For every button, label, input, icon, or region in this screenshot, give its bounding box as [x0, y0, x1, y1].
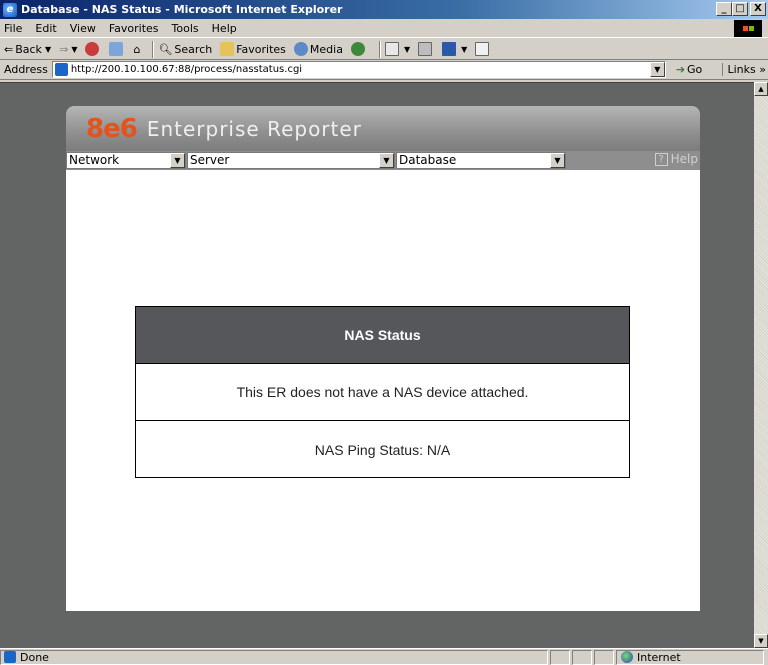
toolbar: ⇐ Back ▼ ⇒ ▼ ⌂ 🔍︎ Search Favorites Media…	[0, 39, 768, 60]
internet-globe-icon	[621, 651, 633, 663]
nas-status-heading: NAS Status	[136, 307, 629, 364]
edit-word-button[interactable]: ▼	[442, 42, 467, 56]
help-label: Help	[670, 152, 698, 166]
forward-button[interactable]: ⇒ ▼	[59, 43, 77, 56]
refresh-icon	[109, 42, 124, 56]
status-bar: Done Internet	[0, 648, 768, 665]
links-label: Links	[727, 63, 756, 76]
chevron-down-icon: ▼	[550, 153, 565, 168]
history-button[interactable]	[350, 42, 367, 56]
database-select-value: Database	[399, 153, 457, 167]
status-text: Done	[20, 650, 49, 664]
favorites-label: Favorites	[236, 42, 286, 56]
stop-icon	[85, 42, 100, 56]
brand-logo: 8e6	[86, 113, 138, 144]
scroll-down-button[interactable]: ▼	[754, 634, 768, 648]
server-select[interactable]: Server ▼	[187, 152, 395, 169]
mail-icon	[384, 42, 399, 56]
window-title: Database - NAS Status - Microsoft Intern…	[21, 3, 343, 16]
favorites-icon	[220, 42, 235, 56]
search-label: Search	[174, 42, 213, 56]
home-icon: ⌂	[133, 42, 141, 56]
print-icon	[418, 42, 433, 56]
go-button[interactable]: ➔ Go	[676, 63, 702, 76]
stop-button[interactable]	[85, 42, 101, 56]
refresh-button[interactable]	[109, 42, 125, 56]
chevron-down-icon: ▼	[71, 44, 78, 54]
zone-label: Internet	[637, 650, 681, 664]
links-button[interactable]: Links »	[721, 63, 766, 76]
chevron-down-icon: ▼	[461, 44, 468, 54]
menu-file[interactable]: File	[4, 22, 22, 35]
help-icon: ?	[654, 152, 668, 166]
title-bar: e Database - NAS Status - Microsoft Inte…	[0, 0, 768, 19]
menu-edit[interactable]: Edit	[35, 22, 56, 35]
brand-name: Enterprise Reporter	[146, 116, 362, 141]
help-link[interactable]: ? Help	[654, 152, 698, 166]
status-cell	[550, 649, 570, 665]
maximize-button[interactable]: □	[732, 2, 748, 16]
menu-bar: File Edit View Favorites Tools Help	[0, 19, 768, 38]
menu-help[interactable]: Help	[212, 22, 237, 35]
go-arrow-icon: ➔	[675, 63, 686, 76]
forward-arrow-icon: ⇒	[59, 42, 69, 56]
favorites-button[interactable]: Favorites	[220, 42, 286, 56]
back-label: Back	[15, 42, 42, 56]
discuss-button[interactable]	[475, 42, 491, 56]
toolbar-separator	[152, 40, 155, 58]
nas-status-table: NAS Status This ER does not have a NAS d…	[135, 306, 630, 478]
back-arrow-icon: ⇐	[4, 42, 14, 56]
home-button[interactable]: ⌂	[133, 43, 140, 56]
page-icon	[54, 63, 68, 76]
close-button[interactable]: X	[750, 2, 766, 16]
address-dropdown-button[interactable]: ▼	[649, 62, 665, 77]
scroll-up-button[interactable]: ▲	[754, 82, 768, 96]
go-label: Go	[687, 63, 703, 76]
window-controls: _ □ X	[716, 2, 766, 16]
chevron-down-icon: ▼	[379, 153, 394, 168]
ie-icon: e	[3, 2, 17, 17]
security-zone: Internet	[616, 649, 764, 665]
nas-ping-status: NAS Ping Status: N/A	[314, 441, 451, 458]
status-cell	[594, 649, 614, 665]
database-select[interactable]: Database ▼	[396, 152, 566, 169]
windows-logo-icon	[734, 20, 762, 37]
address-label: Address	[4, 63, 48, 76]
back-button[interactable]: ⇐ Back ▼	[4, 43, 51, 56]
media-button[interactable]: Media	[293, 42, 343, 56]
nas-device-message: This ER does not have a NAS device attac…	[136, 364, 629, 421]
print-button[interactable]	[418, 42, 434, 56]
media-icon	[293, 42, 308, 56]
menu-view[interactable]: View	[70, 22, 96, 35]
server-select-value: Server	[190, 153, 230, 167]
chevron-down-icon: ▼	[170, 153, 185, 168]
address-url: http://200.10.100.67:88/process/nasstatu…	[70, 64, 303, 75]
status-cell	[572, 649, 592, 665]
word-icon	[442, 42, 457, 56]
minimize-button[interactable]: _	[716, 2, 732, 16]
search-icon: 🔍︎	[158, 42, 173, 56]
app-nav: Network ▼ Server ▼ Database ▼ ? Help	[66, 151, 700, 170]
mail-button[interactable]: ▼	[384, 42, 411, 56]
discuss-icon	[475, 42, 490, 56]
search-button[interactable]: 🔍︎ Search	[158, 43, 212, 56]
media-label: Media	[309, 42, 343, 56]
network-select-value: Network	[69, 153, 120, 167]
chevron-down-icon: ▼	[403, 44, 411, 54]
status-text-panel: Done	[0, 649, 548, 665]
chevron-down-icon: ▼	[44, 44, 52, 54]
address-bar: Address http://200.10.100.67:88/process/…	[0, 60, 768, 80]
menu-tools[interactable]: Tools	[172, 22, 199, 35]
network-select[interactable]: Network ▼	[66, 152, 186, 169]
history-icon	[350, 42, 365, 56]
address-input[interactable]: http://200.10.100.67:88/process/nasstatu…	[51, 61, 666, 78]
vertical-scrollbar[interactable]: ▲ ▼	[754, 82, 768, 648]
toolbar-separator	[378, 40, 381, 58]
page-done-icon	[4, 651, 16, 663]
app-header: 8e6 Enterprise Reporter	[66, 106, 700, 151]
menu-favorites[interactable]: Favorites	[109, 22, 159, 35]
